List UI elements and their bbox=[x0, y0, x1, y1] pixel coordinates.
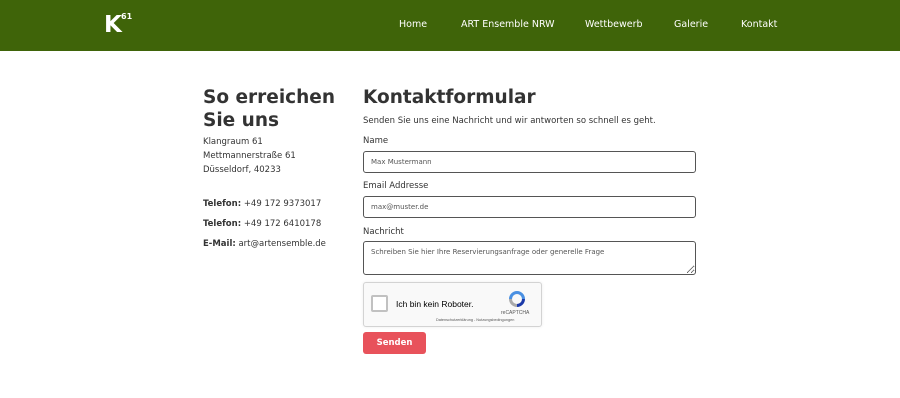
phone-2-value[interactable]: +49 172 6410178 bbox=[244, 219, 321, 229]
email-info-value[interactable]: art@artensemble.de bbox=[238, 239, 325, 249]
message-textarea[interactable] bbox=[363, 241, 696, 275]
address-line: Düsseldorf, 40233 bbox=[203, 165, 281, 175]
form-intro: Senden Sie uns eine Nachricht und wir an… bbox=[363, 116, 656, 126]
submit-button[interactable]: Senden bbox=[363, 332, 426, 354]
logo-letter: K bbox=[104, 12, 122, 38]
form-heading: Kontaktformular bbox=[363, 87, 536, 108]
contact-heading: So erreichen Sie uns bbox=[203, 87, 336, 131]
recaptcha-checkbox[interactable] bbox=[371, 295, 388, 312]
name-input[interactable] bbox=[363, 151, 696, 173]
phone-2: Telefon: +49 172 6410178 bbox=[203, 218, 321, 230]
message-label: Nachricht bbox=[363, 227, 404, 237]
recaptcha-label: Ich bin kein Roboter. bbox=[396, 299, 474, 309]
nav-wettbewerb[interactable]: Wettbewerb bbox=[585, 18, 643, 31]
phone-2-label: Telefon: bbox=[203, 219, 242, 229]
phone-1-value[interactable]: +49 172 9373017 bbox=[244, 199, 321, 209]
email-info: E-Mail: art@artensemble.de bbox=[203, 238, 326, 250]
address-line: Klangraum 61 bbox=[203, 137, 263, 147]
nav-art-ensemble-nrw[interactable]: ART Ensemble NRW bbox=[461, 18, 555, 31]
email-info-label: E-Mail: bbox=[203, 239, 236, 249]
recaptcha-terms-link[interactable]: Datenschutzerklärung - Nutzungsbedingung… bbox=[436, 318, 514, 323]
email-input[interactable] bbox=[363, 196, 696, 218]
phone-1-label: Telefon: bbox=[203, 199, 242, 209]
logo-superscript: 61 bbox=[121, 12, 133, 21]
nav-kontakt[interactable]: Kontakt bbox=[741, 18, 777, 31]
recaptcha-brand: reCAPTCHA bbox=[501, 310, 530, 316]
name-label: Name bbox=[363, 136, 389, 146]
recaptcha-widget: Ich bin kein Roboter. reCAPTCHA Datensch… bbox=[363, 282, 542, 327]
site-logo[interactable]: K 61 bbox=[104, 12, 134, 38]
phone-1: Telefon: +49 172 9373017 bbox=[203, 198, 321, 210]
recaptcha-logo-icon bbox=[509, 291, 525, 307]
nav-galerie[interactable]: Galerie bbox=[674, 18, 708, 31]
address-line: Mettmannerstraße 61 bbox=[203, 151, 296, 161]
nav-home[interactable]: Home bbox=[399, 18, 427, 31]
site-header: K 61 Home ART Ensemble NRW Wettbewerb Ga… bbox=[0, 0, 900, 51]
email-label: Email Addresse bbox=[363, 181, 429, 191]
